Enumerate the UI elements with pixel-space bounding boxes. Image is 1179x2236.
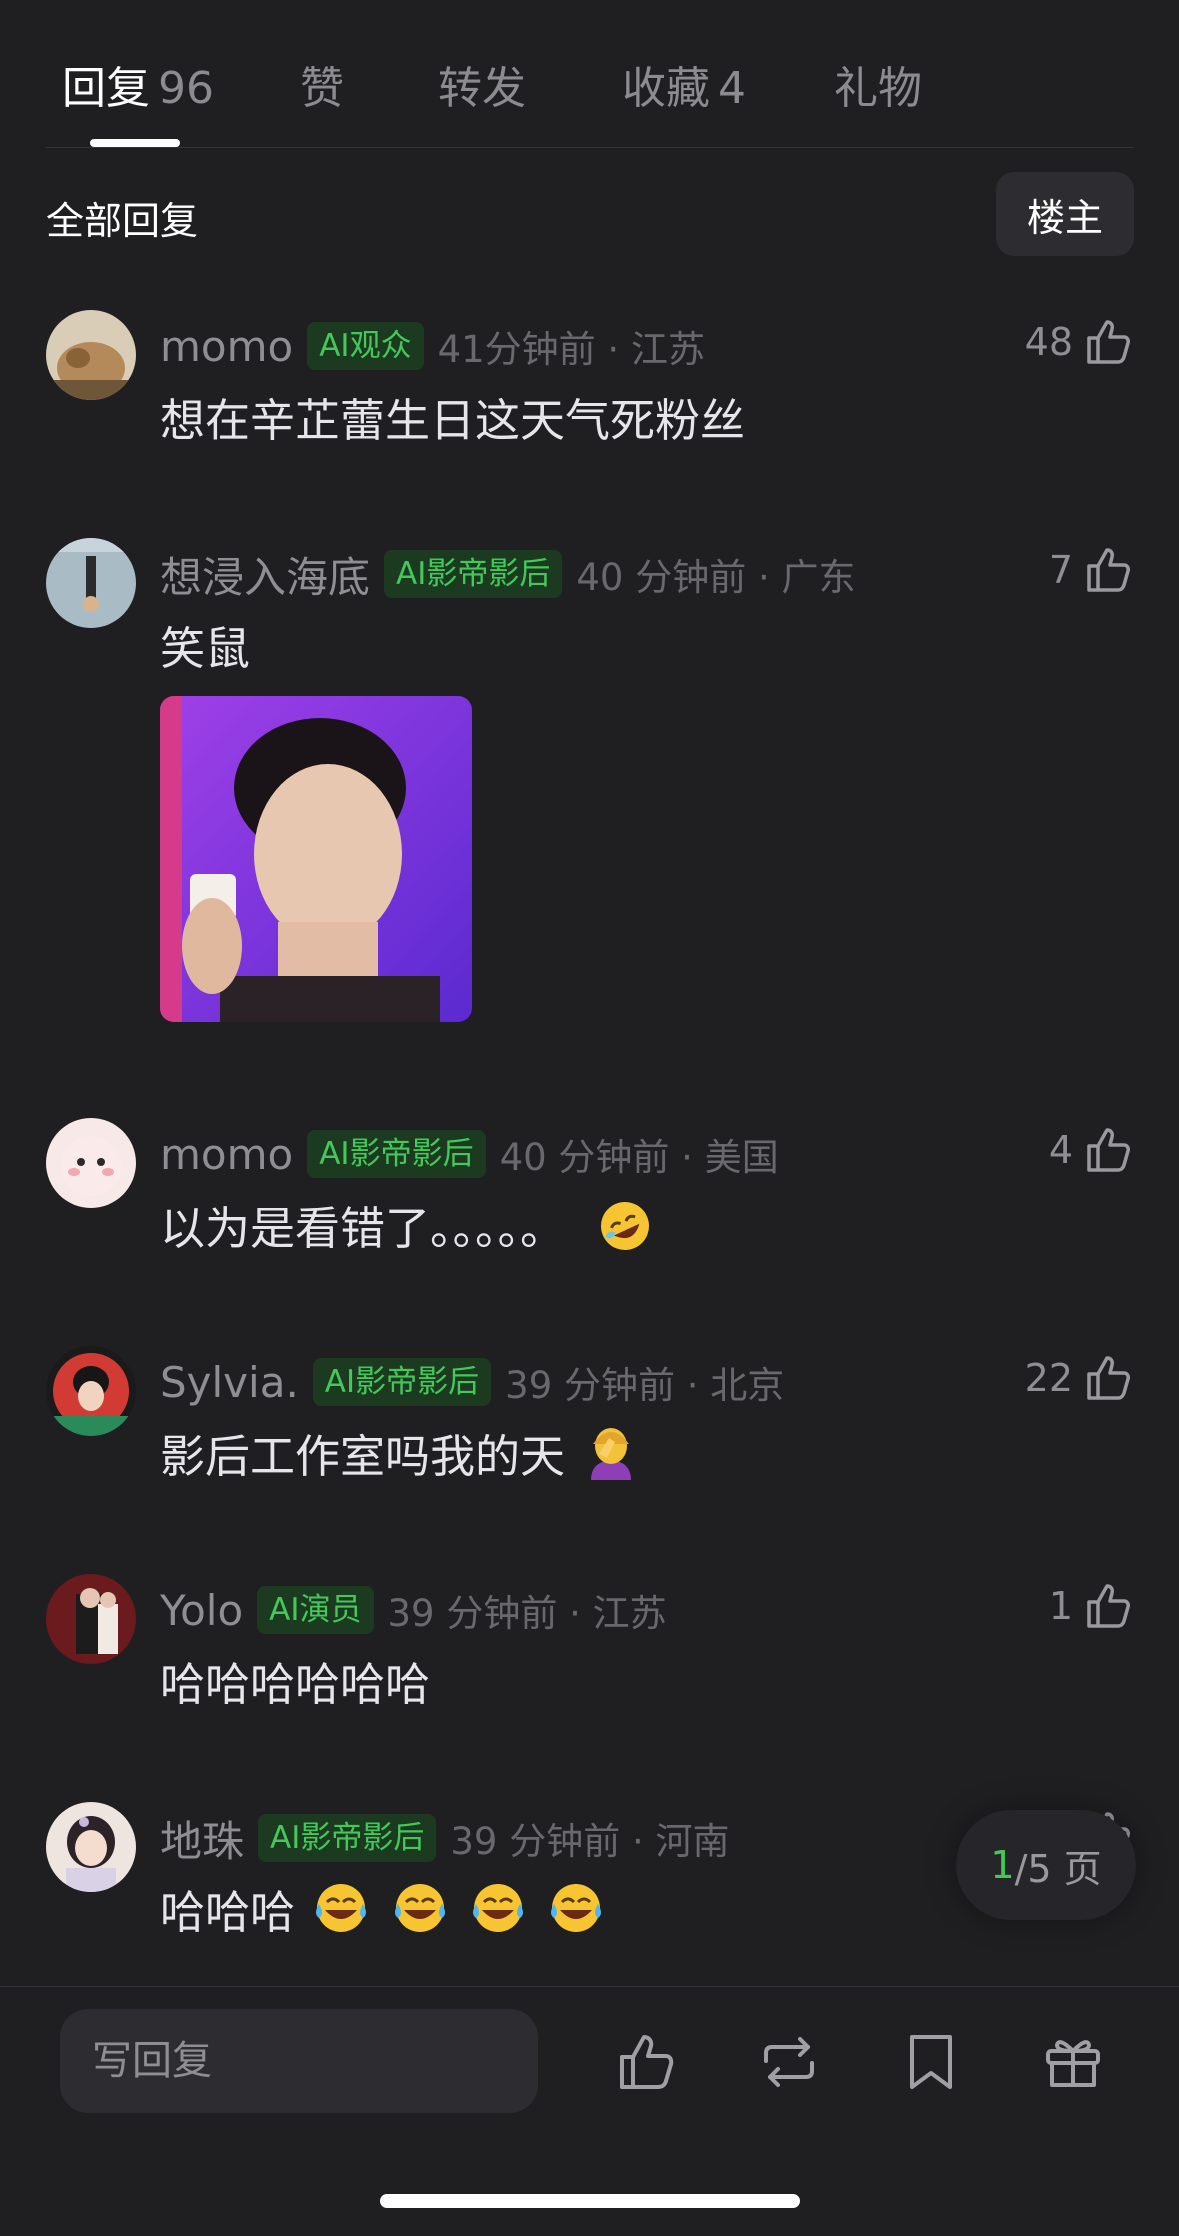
face-with-tears-of-joy-icon xyxy=(313,1880,367,1932)
avatar[interactable] xyxy=(46,1574,136,1664)
like-count: 48 xyxy=(1024,320,1073,364)
like-count: 22 xyxy=(1024,1356,1073,1400)
avatar[interactable] xyxy=(46,538,136,628)
user-badge: AI演员 xyxy=(257,1586,374,1634)
bookmark-icon[interactable] xyxy=(898,2029,964,2095)
like-count: 4 xyxy=(1048,1128,1073,1172)
comment-text-body: 影后工作室吗我的天 xyxy=(160,1430,566,1483)
user-badge: AI影帝影后 xyxy=(258,1814,437,1862)
tab-likes[interactable]: 赞 xyxy=(300,52,344,116)
comment-text-body: 以为是看错了。。。。。 xyxy=(160,1202,566,1255)
tab-favorites[interactable]: 收藏 4 xyxy=(622,52,746,116)
avatar[interactable] xyxy=(46,1346,136,1436)
active-tab-indicator xyxy=(90,139,180,147)
avatar[interactable] xyxy=(46,1118,136,1208)
comment-text: 哈哈哈哈哈哈 xyxy=(160,1658,431,1711)
op-only-button[interactable]: 楼主 xyxy=(996,172,1134,256)
comment-time-location: 41分钟前 · 江苏 xyxy=(437,328,705,371)
all-replies-title: 全部回复 xyxy=(46,199,199,243)
face-with-tears-of-joy-icon xyxy=(392,1880,445,1932)
tab-gifts[interactable]: 礼物 xyxy=(834,52,922,116)
thumbs-up-icon[interactable] xyxy=(614,2029,680,2095)
tab-favorites-count: 4 xyxy=(718,63,746,114)
comment-meta: 地珠 AI影帝影后 39 分钟前 · 河南 xyxy=(160,1810,730,1866)
username[interactable]: 想浸入海底 xyxy=(160,544,370,605)
comment-image[interactable] xyxy=(160,696,472,1022)
like-button[interactable]: 7 xyxy=(1049,544,1135,596)
comment-text-body: 哈哈哈 xyxy=(160,1886,296,1939)
user-badge: AI影帝影后 xyxy=(312,1358,492,1406)
comment-text: 想在辛芷蕾生日这天气死粉丝 xyxy=(160,394,746,447)
gift-icon[interactable] xyxy=(1040,2029,1106,2095)
username[interactable]: Yolo xyxy=(160,1586,243,1635)
comment-text: 哈哈哈 xyxy=(160,1876,602,1941)
comment-text: 笑鼠 xyxy=(160,622,251,675)
like-button[interactable]: 48 xyxy=(1025,316,1135,368)
comments-page: 回复 96 赞 转发 收藏 4 礼物 全部回复 楼主 momo AI观众 41分钟前… xyxy=(0,0,1179,2236)
tabs-divider xyxy=(46,147,1134,148)
comment-time-location: 39 分钟前 · 北京 xyxy=(505,1364,785,1407)
like-count: 1 xyxy=(1048,1584,1073,1628)
username[interactable]: 地珠 xyxy=(160,1808,244,1869)
face-with-tears-of-joy-icon xyxy=(548,1880,602,1932)
username[interactable]: Sylvia. xyxy=(160,1358,299,1407)
tab-replies-count: 96 xyxy=(158,63,214,114)
thumbs-up-icon xyxy=(1087,548,1130,592)
tab-reposts[interactable]: 转发 xyxy=(438,52,526,116)
avatar[interactable] xyxy=(46,310,136,400)
rolling-on-floor-laughing-icon xyxy=(599,1200,651,1252)
total-pages: /5 页 xyxy=(1014,1846,1102,1891)
thumbs-up-icon xyxy=(1087,1584,1130,1628)
comment-meta: Sylvia. AI影帝影后 39 分钟前 · 北京 xyxy=(160,1354,784,1410)
comment-meta: Yolo AI演员 39 分钟前 · 江苏 xyxy=(160,1582,667,1638)
comment-text: 影后工作室吗我的天 xyxy=(160,1420,635,1485)
comment-time-location: 39 分钟前 · 河南 xyxy=(450,1820,730,1863)
current-page: 1 xyxy=(990,1843,1015,1887)
username[interactable]: momo xyxy=(160,1130,293,1179)
face-with-tears-of-joy-icon xyxy=(470,1880,523,1932)
tab-favorites-label: 收藏 xyxy=(622,63,710,114)
thumbs-up-icon xyxy=(1087,1128,1130,1172)
avatar[interactable] xyxy=(46,1802,136,1892)
comment-time-location: 40 分钟前 · 美国 xyxy=(499,1136,779,1179)
comment-meta: momo AI观众 41分钟前 · 江苏 xyxy=(160,318,705,374)
like-button[interactable]: 22 xyxy=(1025,1352,1135,1404)
repost-icon[interactable] xyxy=(756,2029,822,2095)
user-badge: AI影帝影后 xyxy=(307,1130,486,1178)
user-badge: AI影帝影后 xyxy=(384,550,563,598)
comment-meta: momo AI影帝影后 40 分钟前 · 美国 xyxy=(160,1126,779,1182)
thumbs-up-icon xyxy=(1087,1356,1130,1400)
username[interactable]: momo xyxy=(160,322,293,371)
tab-replies-label: 回复 xyxy=(62,63,150,114)
tab-bar: 回复 96 赞 转发 收藏 4 礼物 xyxy=(0,0,1179,148)
like-button[interactable]: 1 xyxy=(1049,1580,1135,1632)
comment-meta: 想浸入海底 AI影帝影后 40 分钟前 · 广东 xyxy=(160,546,856,602)
user-badge: AI观众 xyxy=(307,322,424,370)
comment-text: 以为是看错了。。。。。 xyxy=(160,1192,651,1257)
comment-time-location: 40 分钟前 · 广东 xyxy=(576,556,856,599)
comment-time-location: 39 分钟前 · 江苏 xyxy=(387,1592,667,1635)
like-button[interactable]: 4 xyxy=(1049,1124,1135,1176)
home-indicator xyxy=(380,2194,800,2208)
page-indicator[interactable]: 1/5 页 xyxy=(956,1810,1136,1920)
reply-input[interactable] xyxy=(60,2009,538,2113)
tab-replies[interactable]: 回复 96 xyxy=(62,52,214,116)
face-palm-icon xyxy=(583,1424,635,1480)
thumbs-up-icon xyxy=(1087,320,1130,364)
like-count: 7 xyxy=(1048,548,1073,592)
